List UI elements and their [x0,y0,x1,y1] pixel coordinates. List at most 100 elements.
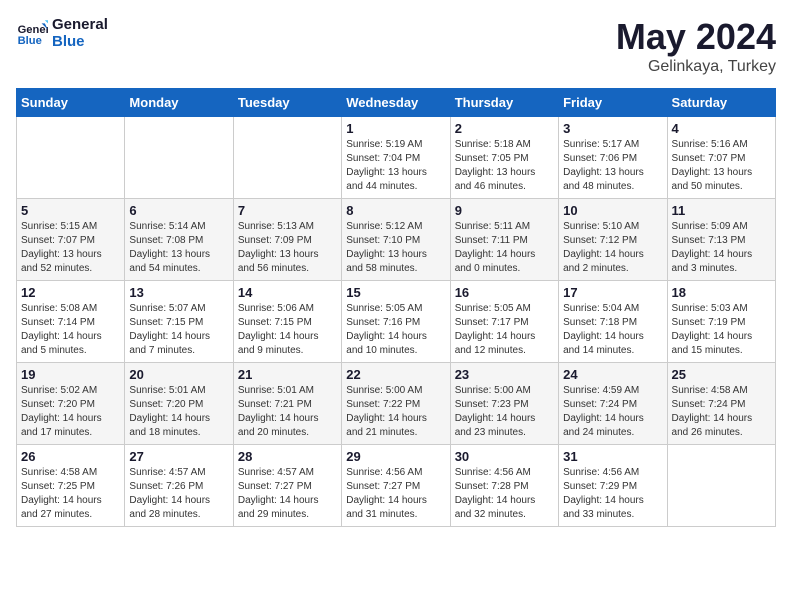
calendar-cell: 26 Sunrise: 4:58 AMSunset: 7:25 PMDayligh… [17,445,125,527]
day-number: 5 [21,203,120,218]
page-subtitle: Gelinkaya, Turkey [616,58,776,76]
calendar-header: SundayMondayTuesdayWednesdayThursdayFrid… [17,89,776,117]
calendar-cell: 10 Sunrise: 5:10 AMSunset: 7:12 PMDayligh… [559,199,667,281]
calendar-cell: 5 Sunrise: 5:15 AMSunset: 7:07 PMDaylight… [17,199,125,281]
day-info: Sunrise: 5:03 AMSunset: 7:19 PMDaylight:… [672,302,771,358]
day-info: Sunrise: 4:56 AMSunset: 7:28 PMDaylight:… [455,466,554,522]
day-number: 10 [563,203,662,218]
calendar-table: SundayMondayTuesdayWednesdayThursdayFrid… [16,88,776,527]
page-header: General Blue General Blue May 2024 Gelin… [16,16,776,76]
logo-icon: General Blue [16,17,48,49]
page-title: May 2024 [616,16,776,58]
calendar-cell [125,117,233,199]
day-info: Sunrise: 5:16 AMSunset: 7:07 PMDaylight:… [672,138,771,194]
title-area: May 2024 Gelinkaya, Turkey [616,16,776,76]
svg-text:General: General [18,24,48,36]
day-info: Sunrise: 5:13 AMSunset: 7:09 PMDaylight:… [238,220,337,276]
day-info: Sunrise: 5:01 AMSunset: 7:21 PMDaylight:… [238,384,337,440]
day-header-sunday: Sunday [17,89,125,117]
calendar-cell [233,117,341,199]
day-info: Sunrise: 5:06 AMSunset: 7:15 PMDaylight:… [238,302,337,358]
day-info: Sunrise: 5:05 AMSunset: 7:16 PMDaylight:… [346,302,445,358]
day-number: 26 [21,449,120,464]
day-number: 12 [21,285,120,300]
day-number: 20 [129,367,228,382]
day-number: 29 [346,449,445,464]
day-header-saturday: Saturday [667,89,775,117]
day-number: 1 [346,121,445,136]
calendar-cell: 23 Sunrise: 5:00 AMSunset: 7:23 PMDayligh… [450,363,558,445]
logo: General Blue General Blue [16,16,108,50]
day-info: Sunrise: 5:01 AMSunset: 7:20 PMDaylight:… [129,384,228,440]
day-info: Sunrise: 5:19 AMSunset: 7:04 PMDaylight:… [346,138,445,194]
day-info: Sunrise: 5:00 AMSunset: 7:23 PMDaylight:… [455,384,554,440]
calendar-cell: 31 Sunrise: 4:56 AMSunset: 7:29 PMDayligh… [559,445,667,527]
calendar-week-3: 12 Sunrise: 5:08 AMSunset: 7:14 PMDayligh… [17,281,776,363]
day-number: 16 [455,285,554,300]
logo-blue: Blue [52,33,108,50]
day-info: Sunrise: 5:04 AMSunset: 7:18 PMDaylight:… [563,302,662,358]
day-info: Sunrise: 4:57 AMSunset: 7:26 PMDaylight:… [129,466,228,522]
day-info: Sunrise: 5:15 AMSunset: 7:07 PMDaylight:… [21,220,120,276]
day-number: 19 [21,367,120,382]
day-info: Sunrise: 4:56 AMSunset: 7:29 PMDaylight:… [563,466,662,522]
day-number: 14 [238,285,337,300]
day-info: Sunrise: 5:07 AMSunset: 7:15 PMDaylight:… [129,302,228,358]
day-header-wednesday: Wednesday [342,89,450,117]
day-info: Sunrise: 4:58 AMSunset: 7:25 PMDaylight:… [21,466,120,522]
day-header-tuesday: Tuesday [233,89,341,117]
day-number: 30 [455,449,554,464]
calendar-cell: 2Sunrise: 5:18 AMSunset: 7:05 PMDaylight… [450,117,558,199]
day-info: Sunrise: 4:58 AMSunset: 7:24 PMDaylight:… [672,384,771,440]
day-number: 25 [672,367,771,382]
day-number: 13 [129,285,228,300]
calendar-cell: 12 Sunrise: 5:08 AMSunset: 7:14 PMDayligh… [17,281,125,363]
day-info: Sunrise: 4:59 AMSunset: 7:24 PMDaylight:… [563,384,662,440]
calendar-week-4: 19Sunrise: 5:02 AMSunset: 7:20 PMDayligh… [17,363,776,445]
day-number: 11 [672,203,771,218]
calendar-cell: 3Sunrise: 5:17 AMSunset: 7:06 PMDaylight… [559,117,667,199]
day-number: 4 [672,121,771,136]
day-info: Sunrise: 5:09 AMSunset: 7:13 PMDaylight:… [672,220,771,276]
calendar-cell: 17 Sunrise: 5:04 AMSunset: 7:18 PMDayligh… [559,281,667,363]
day-header-thursday: Thursday [450,89,558,117]
calendar-cell: 11 Sunrise: 5:09 AMSunset: 7:13 PMDayligh… [667,199,775,281]
calendar-cell: 19Sunrise: 5:02 AMSunset: 7:20 PMDayligh… [17,363,125,445]
day-info: Sunrise: 5:12 AMSunset: 7:10 PMDaylight:… [346,220,445,276]
day-info: Sunrise: 4:56 AMSunset: 7:27 PMDaylight:… [346,466,445,522]
calendar-cell: 14 Sunrise: 5:06 AMSunset: 7:15 PMDayligh… [233,281,341,363]
calendar-cell: 13 Sunrise: 5:07 AMSunset: 7:15 PMDayligh… [125,281,233,363]
calendar-cell: 29 Sunrise: 4:56 AMSunset: 7:27 PMDayligh… [342,445,450,527]
svg-text:Blue: Blue [18,35,42,47]
day-info: Sunrise: 5:17 AMSunset: 7:06 PMDaylight:… [563,138,662,194]
day-number: 8 [346,203,445,218]
calendar-cell: 28Sunrise: 4:57 AMSunset: 7:27 PMDayligh… [233,445,341,527]
calendar-week-2: 5 Sunrise: 5:15 AMSunset: 7:07 PMDaylight… [17,199,776,281]
calendar-cell: 8 Sunrise: 5:12 AMSunset: 7:10 PMDaylight… [342,199,450,281]
day-info: Sunrise: 5:11 AMSunset: 7:11 PMDaylight:… [455,220,554,276]
day-number: 22 [346,367,445,382]
calendar-cell: 30 Sunrise: 4:56 AMSunset: 7:28 PMDayligh… [450,445,558,527]
calendar-cell: 21Sunrise: 5:01 AMSunset: 7:21 PMDayligh… [233,363,341,445]
day-number: 17 [563,285,662,300]
day-number: 31 [563,449,662,464]
logo-general: General [52,16,108,33]
day-info: Sunrise: 5:08 AMSunset: 7:14 PMDaylight:… [21,302,120,358]
calendar-cell: 7Sunrise: 5:13 AMSunset: 7:09 PMDaylight… [233,199,341,281]
calendar-cell [17,117,125,199]
calendar-cell: 9Sunrise: 5:11 AMSunset: 7:11 PMDaylight… [450,199,558,281]
day-info: Sunrise: 4:57 AMSunset: 7:27 PMDaylight:… [238,466,337,522]
calendar-cell: 15 Sunrise: 5:05 AMSunset: 7:16 PMDayligh… [342,281,450,363]
day-number: 27 [129,449,228,464]
day-number: 23 [455,367,554,382]
calendar-cell [667,445,775,527]
calendar-cell: 18Sunrise: 5:03 AMSunset: 7:19 PMDayligh… [667,281,775,363]
calendar-cell: 4 Sunrise: 5:16 AMSunset: 7:07 PMDaylight… [667,117,775,199]
calendar-week-5: 26 Sunrise: 4:58 AMSunset: 7:25 PMDayligh… [17,445,776,527]
day-info: Sunrise: 5:00 AMSunset: 7:22 PMDaylight:… [346,384,445,440]
day-number: 2 [455,121,554,136]
calendar-cell: 27 Sunrise: 4:57 AMSunset: 7:26 PMDayligh… [125,445,233,527]
day-number: 15 [346,285,445,300]
day-info: Sunrise: 5:10 AMSunset: 7:12 PMDaylight:… [563,220,662,276]
calendar-cell: 25 Sunrise: 4:58 AMSunset: 7:24 PMDayligh… [667,363,775,445]
